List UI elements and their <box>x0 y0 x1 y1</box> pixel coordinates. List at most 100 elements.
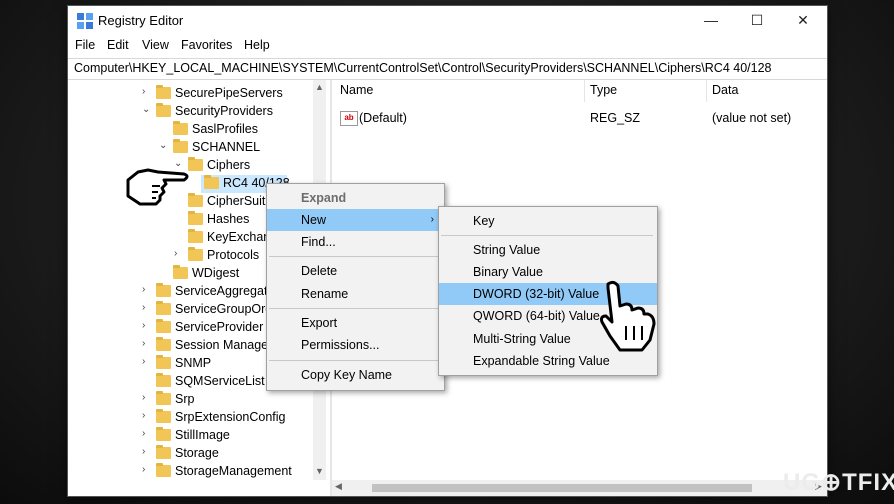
chevron-right-icon[interactable]: › <box>142 356 152 367</box>
tree-item-stillimage[interactable]: › StillImage <box>68 427 313 445</box>
chevron-right-icon[interactable]: › <box>142 410 152 421</box>
folder-icon <box>188 229 203 243</box>
close-button[interactable]: ✕ <box>780 6 826 36</box>
tree-item-label: SaslProfiles <box>192 122 258 136</box>
column-type-header[interactable]: Type <box>590 80 617 102</box>
tree-item-label: Storage <box>175 446 219 460</box>
folder-icon <box>204 175 219 189</box>
context-expand[interactable]: Expand <box>267 187 444 209</box>
horizontal-scrollbar[interactable]: ◀ ▶ <box>332 480 827 496</box>
folder-icon <box>156 301 171 315</box>
scroll-up-icon[interactable]: ▲ <box>313 82 326 92</box>
tree-item-label: CipherSuit <box>207 194 266 208</box>
folder-icon <box>156 337 171 351</box>
tree-item-securityproviders[interactable]: ⌄ SecurityProviders <box>68 103 313 121</box>
tree-item-label: ServiceGroupOrd <box>175 302 273 316</box>
tree-item-securepipeservers[interactable]: › SecurePipeServers <box>68 85 313 103</box>
menu-separator <box>269 256 441 257</box>
context-find[interactable]: Find... <box>267 231 444 253</box>
tree-item-label: StillImage <box>175 428 230 442</box>
menu-file[interactable]: File <box>75 38 95 52</box>
scrollbar-thumb[interactable] <box>372 484 752 492</box>
context-menu: Expand New › Find... Delete Rename Expor… <box>266 183 445 391</box>
tree-item-srpextensionconfig[interactable]: › SrpExtensionConfig <box>68 409 313 427</box>
cursor-hand-icon <box>600 280 656 352</box>
context-rename[interactable]: Rename <box>267 283 444 305</box>
scroll-down-icon[interactable]: ▼ <box>313 466 326 476</box>
tree-item-label: KeyExchan <box>207 230 271 244</box>
folder-icon <box>156 391 171 405</box>
tree-item-label: Hashes <box>207 212 250 226</box>
tree-item-saslprofiles[interactable]: SaslProfiles <box>68 121 313 139</box>
folder-icon <box>156 409 171 423</box>
folder-icon <box>156 319 171 333</box>
registry-app-icon <box>77 13 93 29</box>
chevron-down-icon[interactable]: ⌄ <box>159 140 169 151</box>
chevron-right-icon[interactable]: › <box>142 464 152 475</box>
chevron-right-icon[interactable]: › <box>142 86 152 97</box>
folder-icon <box>156 85 171 99</box>
tree-item-storagemanagement[interactable]: › StorageManagement <box>68 463 313 481</box>
chevron-right-icon[interactable]: › <box>142 338 152 349</box>
value-name[interactable]: (Default) <box>359 111 407 125</box>
folder-icon <box>173 139 188 153</box>
tree-item-label: SNMP <box>175 356 212 370</box>
minimize-button[interactable]: — <box>688 6 734 36</box>
chevron-right-icon[interactable]: › <box>142 320 152 331</box>
value-type: REG_SZ <box>590 111 641 125</box>
context-permissions[interactable]: Permissions... <box>267 334 444 356</box>
submenu-key[interactable]: Key <box>439 210 657 232</box>
column-name-header[interactable]: Name <box>340 80 373 102</box>
pointing-hand-icon <box>126 168 189 206</box>
menu-separator <box>269 308 441 309</box>
menu-separator <box>269 360 441 361</box>
tree-item-storage[interactable]: › Storage <box>68 445 313 463</box>
context-copy-key-name[interactable]: Copy Key Name <box>267 364 444 386</box>
chevron-right-icon[interactable]: › <box>142 302 152 313</box>
folder-icon <box>156 463 171 477</box>
folder-icon <box>156 283 171 297</box>
value-data: (value not set) <box>712 111 792 125</box>
menu-favorites[interactable]: Favorites <box>181 38 232 52</box>
tree-item-label: SCHANNEL <box>192 140 261 154</box>
column-separator[interactable] <box>706 80 707 102</box>
scroll-left-icon[interactable]: ◀ <box>335 481 342 492</box>
context-delete[interactable]: Delete <box>267 260 444 282</box>
folder-icon <box>156 103 171 117</box>
window-title: Registry Editor <box>98 13 184 28</box>
maximize-button[interactable]: ☐ <box>734 6 780 36</box>
chevron-right-icon[interactable]: › <box>142 428 152 439</box>
tree-item-label: Session Manager <box>175 338 273 352</box>
column-data-header[interactable]: Data <box>712 80 738 102</box>
tree-item-label: SrpExtensionConfig <box>175 410 286 424</box>
column-separator[interactable] <box>584 80 585 102</box>
menu-view[interactable]: View <box>142 38 169 52</box>
tree-item-srp[interactable]: › Srp <box>68 391 313 409</box>
tree-item-schannel[interactable]: ⌄ SCHANNEL <box>68 139 313 157</box>
address-path[interactable]: Computer\HKEY_LOCAL_MACHINE\SYSTEM\Curre… <box>74 61 771 75</box>
submenu-string-value[interactable]: String Value <box>439 239 657 261</box>
tree-item-label: Ciphers <box>207 158 251 172</box>
folder-icon <box>188 211 203 225</box>
tree-item-label: SecurePipeServers <box>175 86 283 100</box>
folder-icon <box>173 121 188 135</box>
folder-icon <box>173 265 188 279</box>
context-new-label: New <box>301 213 327 227</box>
context-export[interactable]: Export <box>267 312 444 334</box>
menu-separator <box>441 235 653 236</box>
tree-item-label: Protocols <box>207 248 260 262</box>
menu-bar: File Edit View Favorites Help <box>68 36 827 56</box>
menu-help[interactable]: Help <box>244 38 270 52</box>
address-bar[interactable]: Computer\HKEY_LOCAL_MACHINE\SYSTEM\Curre… <box>68 58 827 80</box>
menu-edit[interactable]: Edit <box>107 38 129 52</box>
tree-item-label: SecurityProviders <box>175 104 273 118</box>
tree-item-label: SQMServiceList <box>175 374 265 388</box>
chevron-right-icon[interactable]: › <box>142 284 152 295</box>
folder-icon <box>188 247 203 261</box>
chevron-down-icon[interactable]: ⌄ <box>142 104 152 115</box>
title-bar: Registry Editor — ☐ ✕ <box>68 6 827 36</box>
context-new[interactable]: New › <box>267 209 444 231</box>
chevron-right-icon[interactable]: › <box>174 248 184 259</box>
chevron-right-icon[interactable]: › <box>142 446 152 457</box>
chevron-right-icon[interactable]: › <box>142 392 152 403</box>
